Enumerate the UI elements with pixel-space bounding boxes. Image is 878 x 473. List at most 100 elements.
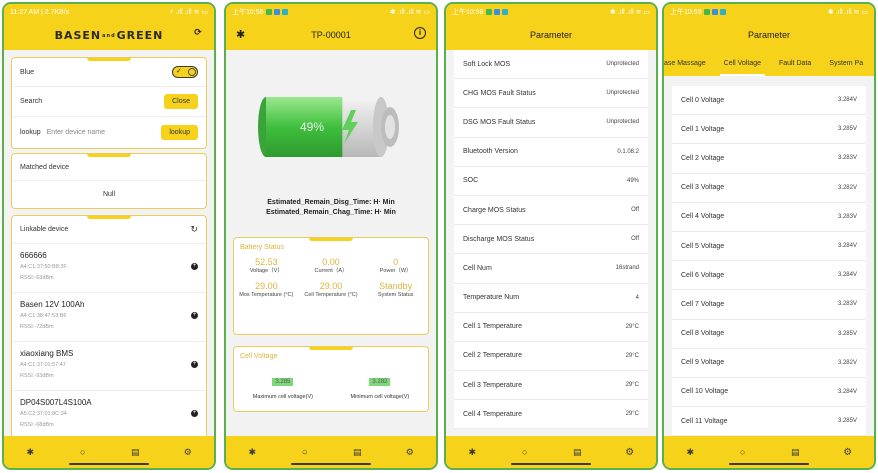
parameter-value: 3.284V — [837, 272, 857, 279]
connection-card: Blue ✓ Search Close lookup Enter device … — [11, 57, 207, 149]
bluetooth-icon[interactable]: ✱ — [20, 447, 40, 458]
device-list-item[interactable]: DP04S007L4S100A A5:C2:37:01:8C:34 RSSI:-… — [12, 391, 206, 440]
screenshot-stage: 11:27 AM | 2.7KB/s ⚡ .ıll .ıll ≋ ▭ BASEN… — [0, 0, 878, 473]
parameter-label: Charge MOS Status — [463, 206, 526, 214]
parameter-label: Cell 11 Voltage — [681, 417, 728, 425]
parameter-title: Parameter — [529, 30, 573, 40]
plus-icon[interactable]: + — [191, 312, 198, 319]
parameter-label: DSG MOS Fault Status — [463, 118, 536, 126]
tab-base-message[interactable]: ase Massage — [664, 60, 715, 67]
parameter-label: Soft Lock MOS — [463, 60, 511, 68]
app-bar: Parameter — [446, 20, 656, 50]
bluetooth-toggle[interactable]: ✓ — [172, 66, 198, 78]
parameter-value: 3.283V — [837, 155, 857, 162]
plus-icon[interactable]: + — [191, 410, 198, 417]
document-icon[interactable]: ▤ — [567, 447, 587, 458]
parameter-value: 16strand — [615, 265, 639, 272]
parameter-row: Cell 3 Temperature 29°C — [454, 371, 648, 401]
status-time: 上午10:58 — [452, 9, 484, 16]
parameter-label: Cell 2 Temperature — [463, 352, 523, 360]
tab-fault-data[interactable]: Fault Data — [770, 60, 820, 67]
settings-icon[interactable]: ⚙ — [400, 447, 420, 458]
refresh-icon[interactable]: ⟳ — [192, 28, 204, 40]
parameter-label: Cell 5 Voltage — [681, 242, 725, 250]
cell-voltage-summary: 3.285 Maximum cell voltage(V) 3.282 Minimu… — [234, 360, 428, 406]
status-time: 上午10:58 — [232, 9, 264, 16]
parameter-label: Cell 6 Voltage — [681, 271, 725, 279]
parameter-label: CHG MOS Fault Status — [463, 89, 536, 97]
device-list-item[interactable]: xiaoxiang BMS A4:C1:37:01:57:47 RSSI:-93… — [12, 342, 206, 391]
cell-voltage-row: Cell 3 Voltage 3.282V — [672, 174, 866, 203]
cell-voltage-row: Cell 2 Voltage 3.283V — [672, 144, 866, 174]
status-time: 11:27 AM — [10, 8, 40, 16]
cell-voltage-row: Cell 9 Voltage 3.282V — [672, 349, 866, 378]
parameter-label: Cell 4 Voltage — [681, 213, 725, 221]
bluetooth-icon[interactable]: ✱ — [680, 447, 700, 458]
bluetooth-icon[interactable]: ✱ — [236, 28, 245, 41]
circle-icon[interactable]: ○ — [733, 447, 753, 457]
app-bar: ✱ TP-00001 i — [226, 20, 436, 50]
bottom-nav: ✱ ○ ▤ ⚙ — [226, 436, 436, 468]
circle-icon[interactable]: ○ — [73, 447, 93, 457]
bluetooth-icon[interactable]: ✱ — [242, 447, 262, 458]
parameter-label: Cell 0 Voltage — [681, 96, 725, 104]
parameter-value: 29°C — [625, 352, 639, 359]
status-bar: 11:27 AM | 2.7KB/s ⚡ .ıll .ıll ≋ ▭ — [4, 4, 214, 20]
home-indicator — [511, 463, 591, 465]
matched-title-row: Matched device — [12, 154, 206, 181]
mos-temperature-stat: 29.00 Mos Temperature (°C) — [239, 281, 294, 299]
parameter-value: 3.283V — [837, 213, 857, 220]
tab-cell-voltage[interactable]: Cell Voltage — [715, 60, 770, 76]
lookup-button[interactable]: lookup — [161, 125, 198, 140]
parameter-value: 29°C — [625, 323, 639, 330]
bluetooth-icon[interactable]: ✱ — [462, 447, 482, 458]
refresh-icon[interactable]: ↻ — [190, 224, 198, 235]
close-button[interactable]: Close — [164, 94, 198, 109]
parameter-title: Parameter — [747, 30, 791, 40]
plus-icon[interactable]: + — [191, 361, 198, 368]
info-icon[interactable]: i — [414, 27, 426, 39]
phone-parameter-list: 上午10:58 ✱ .ıll .ıll ≋ ▭ Parameter Soft L… — [444, 2, 658, 470]
document-icon[interactable]: ▤ — [125, 447, 145, 458]
plus-icon[interactable]: + — [191, 263, 198, 270]
parameter-row: Soft Lock MOS Unprotected — [454, 50, 648, 80]
parameter-value: 3.284V — [837, 388, 857, 395]
parameter-value: 4 — [635, 294, 639, 301]
bottom-nav: ✱ ○ ▤ ⚙ — [446, 436, 656, 468]
device-list-item[interactable]: Basen 12V 100Ah A4:C1:38:47:53:B6 RSSI:-… — [12, 293, 206, 342]
tab-system-parameter[interactable]: System Pa — [820, 60, 872, 67]
parameter-label: Cell 3 Temperature — [463, 381, 523, 389]
matched-device-value: Null — [102, 191, 116, 198]
battery-overview-body: 49% Estimated_Remain_Disg_Time: H· Min E… — [226, 50, 436, 436]
bottom-nav: ✱ ○ ▤ ⚙ — [4, 436, 214, 468]
cell-voltage-row: Cell 11 Voltage 3.285V — [672, 407, 866, 437]
device-name-input[interactable]: Enter device name — [47, 129, 105, 136]
settings-icon[interactable]: ⚙ — [178, 447, 198, 458]
parameter-label: Cell 8 Voltage — [681, 330, 725, 338]
max-cell-voltage: 3.285 Maximum cell voltage(V) — [252, 378, 313, 400]
circle-icon[interactable]: ○ — [515, 447, 535, 457]
parameter-value: 3.284V — [837, 97, 857, 104]
phone-cell-voltage: 上午10:59 ✱ .ıll .ıll ≋ ▭ Parameter ase Ma… — [662, 2, 876, 470]
parameter-label: Cell 4 Temperature — [463, 410, 523, 418]
device-list-item[interactable]: 666666 A4:C1:37:50:B8:3F RSSI:-63dBm + — [12, 244, 206, 293]
home-indicator — [291, 463, 371, 465]
voltage-stat: 52.53 Voltage（V） — [249, 257, 283, 274]
parameter-row: DSG MOS Fault Status Unprotected — [454, 108, 648, 138]
parameter-label: Bluetooth Version — [463, 148, 518, 156]
parameter-row: Discharge MOS Status Off — [454, 225, 648, 255]
document-icon[interactable]: ▤ — [347, 447, 367, 458]
blue-label: Blue — [20, 68, 35, 76]
phone-device-scan: 11:27 AM | 2.7KB/s ⚡ .ıll .ıll ≋ ▭ BASEN… — [2, 2, 216, 470]
status-bar: 上午10:59 ✱ .ıll .ıll ≋ ▭ — [664, 4, 874, 20]
cell-voltage-row: Cell 10 Voltage 3.284V — [672, 378, 866, 408]
cell-voltage-row: Cell 0 Voltage 3.284V — [672, 86, 866, 116]
parameter-label: Cell 7 Voltage — [681, 300, 725, 308]
matched-device-card: Matched device Null — [11, 153, 207, 209]
lookup-row: lookup Enter device name lookup — [12, 117, 206, 148]
parameter-value: 29°C — [625, 382, 639, 389]
status-bar: 上午10:58 ✱ .ıll .ıll ≋ ▭ — [226, 4, 436, 20]
document-icon[interactable]: ▤ — [785, 447, 805, 458]
soc-percent-text: 49% — [300, 120, 325, 134]
power-stat: 0 Power（W） — [379, 257, 412, 274]
